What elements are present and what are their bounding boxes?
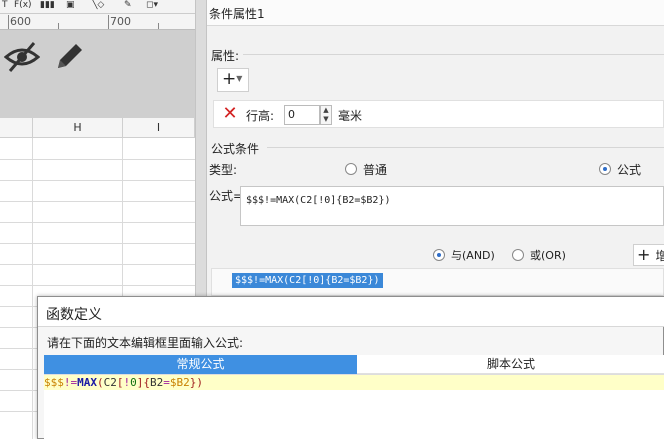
plus-icon: + xyxy=(222,69,237,89)
add-property-button[interactable]: +▼ xyxy=(217,68,249,92)
code-token: MAX xyxy=(77,376,97,389)
column-header[interactable] xyxy=(0,118,33,138)
and-radio[interactable] xyxy=(433,249,445,261)
add-condition-button[interactable]: + 增 xyxy=(633,244,664,266)
and-label[interactable]: 与(AND) xyxy=(451,247,495,263)
code-token: $$$ xyxy=(44,376,64,389)
tab-script-formula[interactable]: 脚本公式 xyxy=(357,355,664,374)
formula-group-label: 公式条件 xyxy=(211,142,260,156)
delete-icon[interactable]: ✕ xyxy=(220,104,240,124)
mini-toolbar: T F(x) ▮▮▮ ▣ ╲◇ ✎ ◻▾ xyxy=(0,0,195,14)
pencil-icon[interactable] xyxy=(52,40,86,77)
horizontal-ruler: 600 700 xyxy=(0,14,195,30)
or-radio[interactable] xyxy=(512,249,524,261)
app-window: T F(x) ▮▮▮ ▣ ╲◇ ✎ ◻▾ 600 700 H I 条件属性1 属… xyxy=(0,0,664,439)
add-condition-label: 增 xyxy=(655,249,664,263)
panel-title: 条件属性1 xyxy=(207,0,664,26)
or-label[interactable]: 或(OR) xyxy=(530,247,566,263)
type-normal-label[interactable]: 普通 xyxy=(363,161,387,178)
row-height-label: 行高: xyxy=(246,109,275,123)
column-header-h[interactable]: H xyxy=(33,118,123,138)
formula-label: 公式= xyxy=(209,189,244,203)
code-token: ) xyxy=(196,376,203,389)
ruler-tick xyxy=(158,23,159,29)
image-tool-icon[interactable]: ▣ xyxy=(66,0,75,10)
row-height-condition: ✕ 行高: 0 ▲ ▼ 毫米 xyxy=(213,100,664,128)
ruler-tick xyxy=(8,15,9,29)
ruler-tick xyxy=(58,23,59,29)
code-token: ( xyxy=(97,376,104,389)
ruler-mark: 700 xyxy=(110,15,131,28)
code-token: [ xyxy=(116,376,124,389)
grid-line xyxy=(0,285,195,286)
dialog-prompt: 请在下面的文本编辑框里面输入公式: xyxy=(47,336,244,350)
grid-line xyxy=(0,264,195,265)
frame-tool-icon[interactable]: ◻▾ xyxy=(146,0,158,10)
formula-tool-label[interactable]: F(x) xyxy=(14,0,32,10)
eye-hidden-icon[interactable] xyxy=(3,40,41,77)
dialog-title: 函数定义 xyxy=(38,297,664,327)
function-definition-dialog: 函数定义 请在下面的文本编辑框里面输入公式: 常规公式 脚本公式 $$$!=MA… xyxy=(37,296,664,439)
chart-tool-icon[interactable]: ▮▮▮ xyxy=(40,0,55,10)
plus-icon: + xyxy=(637,245,651,264)
spinner-arrows-icon[interactable]: ▲ ▼ xyxy=(320,105,332,125)
code-token: B2 xyxy=(150,376,164,389)
pencil-tool-icon[interactable]: ✎ xyxy=(124,0,132,10)
condition-list-item[interactable]: $$$!=MAX(C2[!0]{B2=$B2}) xyxy=(232,273,383,288)
grid-line xyxy=(0,159,195,160)
tab-normal-formula[interactable]: 常规公式 xyxy=(44,355,357,374)
code-token: { xyxy=(143,376,150,389)
ruler-mark: 600 xyxy=(10,15,31,28)
condition-list: $$$!=MAX(C2[!0]{B2=$B2}) xyxy=(211,268,664,296)
chevron-down-icon: ▼ xyxy=(236,74,243,83)
property-group-label: 属性: xyxy=(211,49,240,63)
grid-line xyxy=(0,201,195,202)
ruler-tick xyxy=(108,15,109,29)
code-token: 0 xyxy=(130,376,137,389)
code-token: != xyxy=(63,376,78,389)
group-divider xyxy=(267,147,664,148)
formula-code-line[interactable]: $$$!=MAX(C2[!0]{B2=$B2}) xyxy=(44,375,664,390)
grid-line xyxy=(32,138,33,439)
code-token: C2 xyxy=(103,376,117,389)
grid-line xyxy=(0,180,195,181)
code-token: $B2 xyxy=(169,376,190,389)
text-tool-icon[interactable]: T xyxy=(2,0,8,10)
row-height-input[interactable]: 0 xyxy=(284,105,320,125)
formula-field[interactable]: $$$!=MAX(C2[!0]{B2=$B2}) xyxy=(240,186,664,226)
formula-editor[interactable]: $$$!=MAX(C2[!0]{B2=$B2}) xyxy=(44,374,664,439)
code-token: = xyxy=(163,376,170,389)
line-tool-icon[interactable]: ╲◇ xyxy=(92,0,104,10)
grid-line xyxy=(0,222,195,223)
unit-label: 毫米 xyxy=(338,109,363,123)
type-normal-radio[interactable] xyxy=(345,163,357,175)
type-label: 类型: xyxy=(209,163,238,177)
grid-line xyxy=(0,243,195,244)
type-formula-radio[interactable] xyxy=(599,163,611,175)
column-header-i[interactable]: I xyxy=(123,118,195,138)
type-formula-label[interactable]: 公式 xyxy=(617,161,641,178)
group-divider xyxy=(243,54,664,55)
component-panel xyxy=(0,30,195,118)
